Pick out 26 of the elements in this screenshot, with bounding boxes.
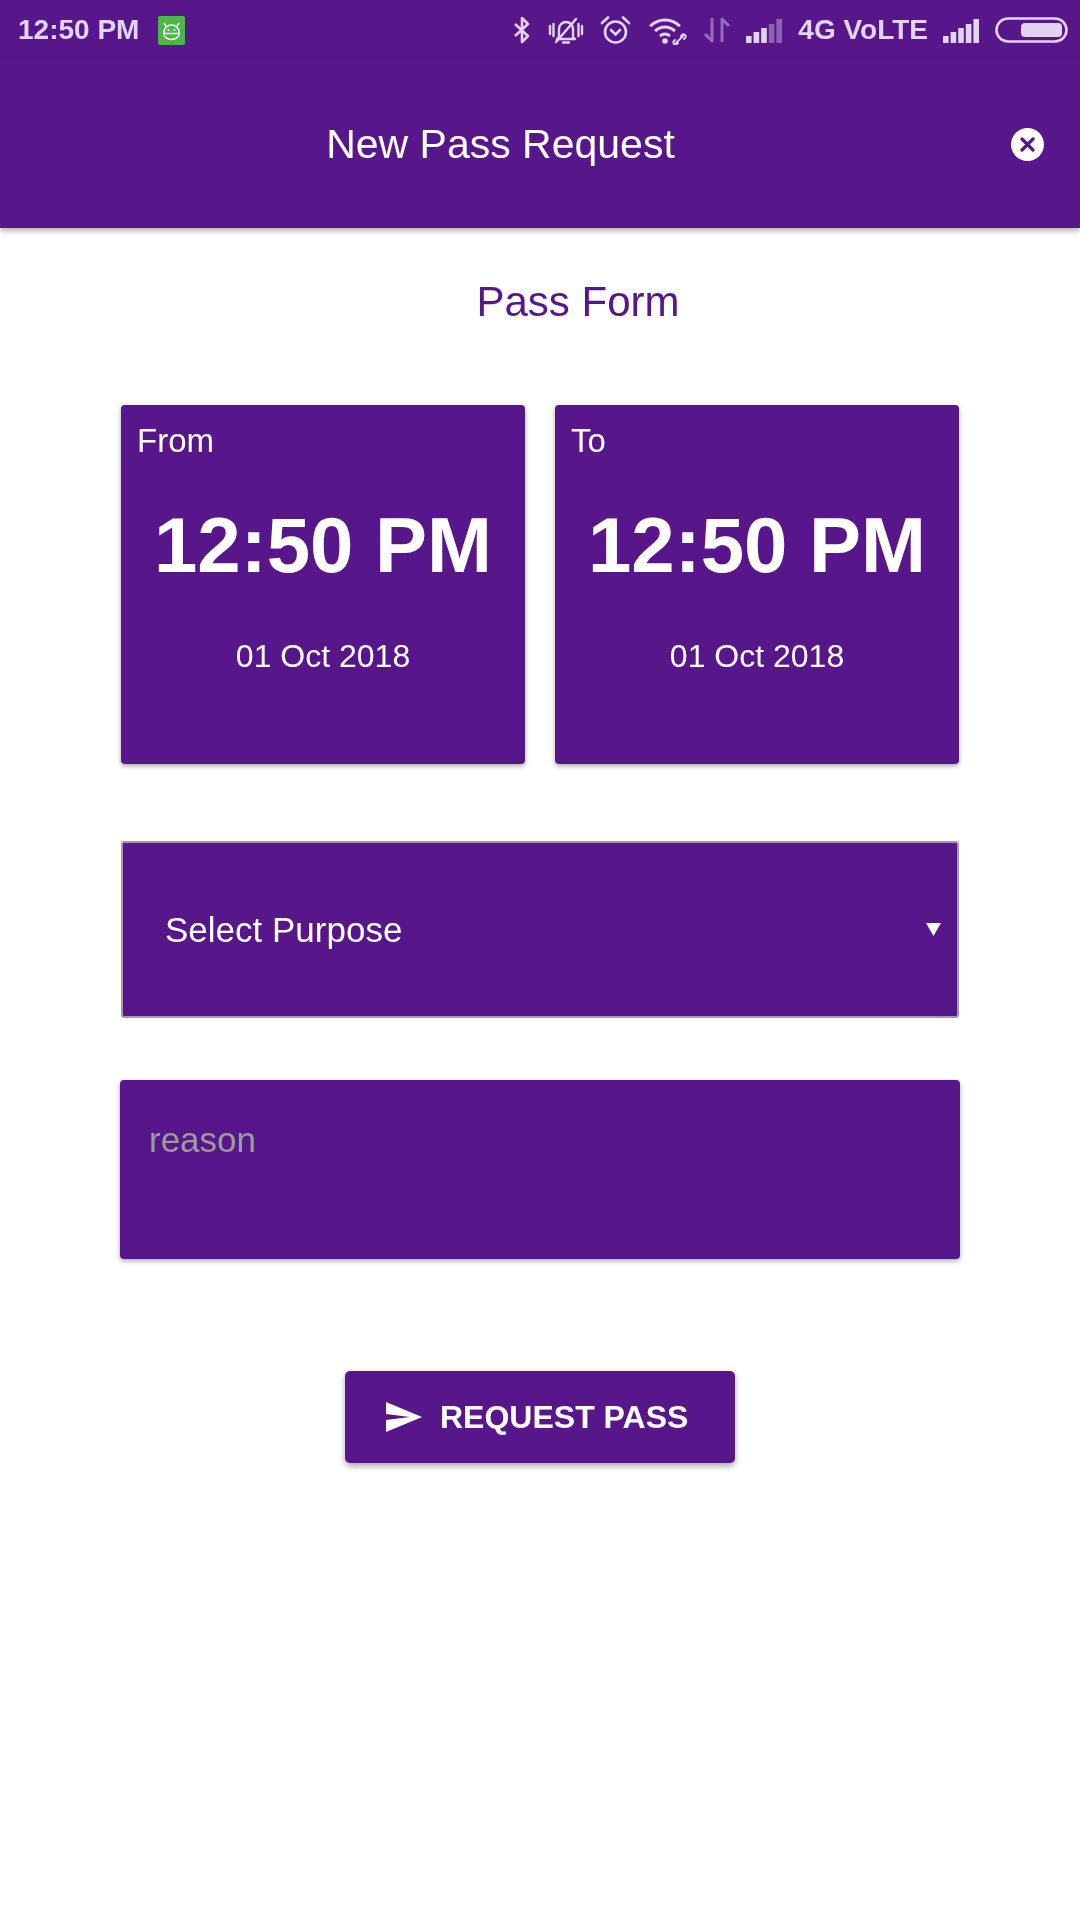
card-label: From	[137, 421, 214, 461]
robot-app-icon	[158, 15, 186, 45]
form-title: Pass Form	[476, 277, 680, 327]
header-title: New Pass Request	[326, 120, 675, 168]
caret-icon	[926, 923, 941, 936]
purpose-dropdown[interactable]: Select Purpose	[121, 841, 959, 1018]
date-value: 01 Oct 2018	[669, 637, 845, 676]
card-label: To	[571, 421, 606, 461]
data-arrows-icon	[703, 15, 732, 45]
time-value: 12:50 PM	[587, 500, 927, 590]
time-card[interactable]: From 12:50 PM 01 Oct 2018	[121, 405, 525, 764]
send-icon	[386, 1402, 422, 1432]
date-value: 01 Oct 2018	[235, 637, 411, 676]
bell-off-icon	[548, 15, 585, 45]
network-label: 4G VoLTE	[798, 14, 928, 46]
time-value: 12:50 PM	[153, 500, 493, 590]
request-pass-button[interactable]: REQUEST PASS	[345, 1371, 735, 1463]
close-icon	[1020, 136, 1035, 152]
reason-field[interactable]: reason	[120, 1080, 960, 1259]
close-button[interactable]	[1011, 127, 1044, 161]
signal-icon	[943, 17, 980, 43]
alarm-clock-icon	[599, 15, 633, 45]
battery-icon	[995, 17, 1068, 43]
signal-icon	[746, 17, 784, 43]
time-card[interactable]: To 12:50 PM 01 Oct 2018	[555, 405, 959, 764]
status-time: 12:50 PM	[18, 14, 140, 46]
